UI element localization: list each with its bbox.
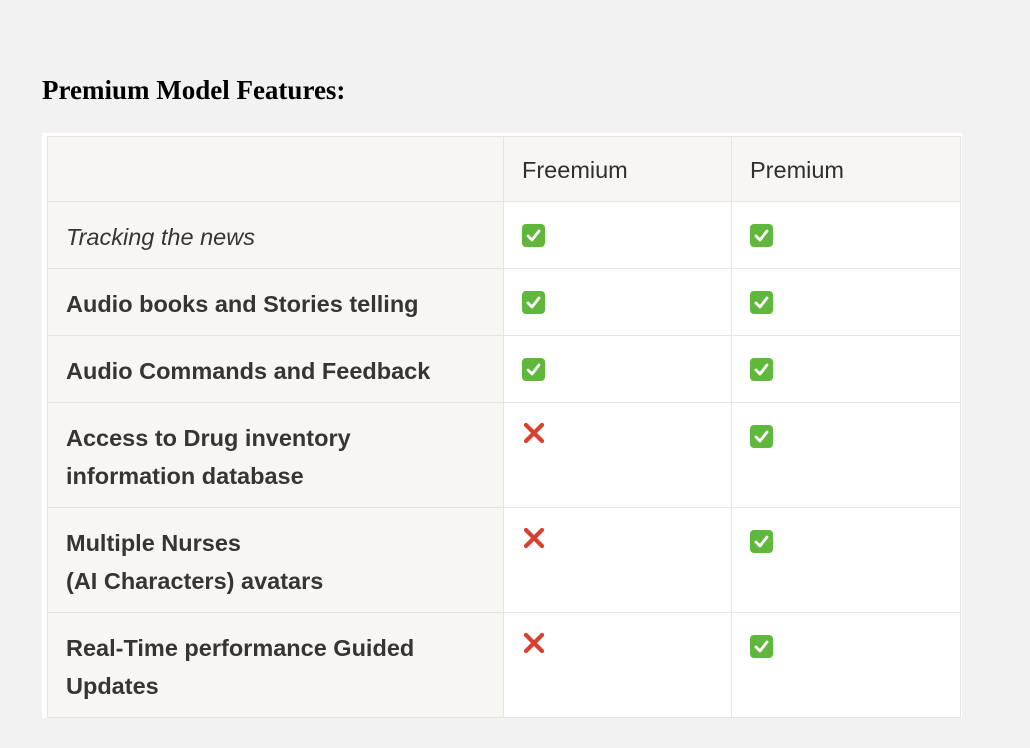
table-row: Real-Time performance Guided Updates bbox=[47, 612, 961, 718]
check-mark-icon bbox=[750, 224, 773, 248]
freemium-status bbox=[503, 507, 732, 613]
freemium-status bbox=[503, 612, 732, 718]
header-feature bbox=[47, 136, 504, 202]
check-mark-icon bbox=[750, 425, 773, 449]
cross-mark-icon bbox=[522, 418, 546, 456]
premium-status bbox=[731, 268, 961, 336]
check-mark-icon bbox=[750, 530, 773, 554]
header-premium: Premium bbox=[731, 136, 961, 202]
check-mark-icon bbox=[522, 224, 545, 248]
table-row: Access to Drug inventory information dat… bbox=[47, 402, 961, 508]
freemium-status bbox=[503, 402, 732, 508]
cross-mark-icon bbox=[522, 523, 546, 561]
feature-name: Multiple Nurses (AI Characters) avatars bbox=[47, 507, 504, 613]
table-row: Audio Commands and Feedback bbox=[47, 335, 961, 403]
check-mark-icon bbox=[750, 358, 773, 382]
page-heading: Premium Model Features: bbox=[42, 75, 346, 105]
premium-status bbox=[731, 201, 961, 269]
features-table: Freemium Premium Tracking the news Audio… bbox=[47, 136, 961, 718]
check-mark-icon bbox=[522, 358, 545, 382]
premium-status bbox=[731, 507, 961, 613]
feature-name: Audio Commands and Feedback bbox=[47, 335, 504, 403]
check-mark-icon bbox=[750, 635, 773, 659]
check-mark-icon bbox=[522, 291, 545, 315]
header-freemium: Freemium bbox=[503, 136, 732, 202]
feature-name: Access to Drug inventory information dat… bbox=[47, 402, 504, 508]
premium-status bbox=[731, 612, 961, 718]
freemium-status bbox=[503, 268, 732, 336]
check-mark-icon bbox=[750, 291, 773, 315]
table-row: Audio books and Stories telling bbox=[47, 268, 961, 336]
table-row: Multiple Nurses (AI Characters) avatars bbox=[47, 507, 961, 613]
premium-status bbox=[731, 402, 961, 508]
feature-name: Tracking the news bbox=[47, 201, 504, 269]
feature-name: Audio books and Stories telling bbox=[47, 268, 504, 336]
cross-mark-icon bbox=[522, 628, 546, 666]
freemium-status bbox=[503, 201, 732, 269]
table-row: Tracking the news bbox=[47, 201, 961, 269]
table-header-row: Freemium Premium bbox=[47, 136, 961, 202]
feature-name: Real-Time performance Guided Updates bbox=[47, 612, 504, 718]
features-table-container: Freemium Premium Tracking the news Audio… bbox=[42, 133, 962, 718]
premium-status bbox=[731, 335, 961, 403]
freemium-status bbox=[503, 335, 732, 403]
